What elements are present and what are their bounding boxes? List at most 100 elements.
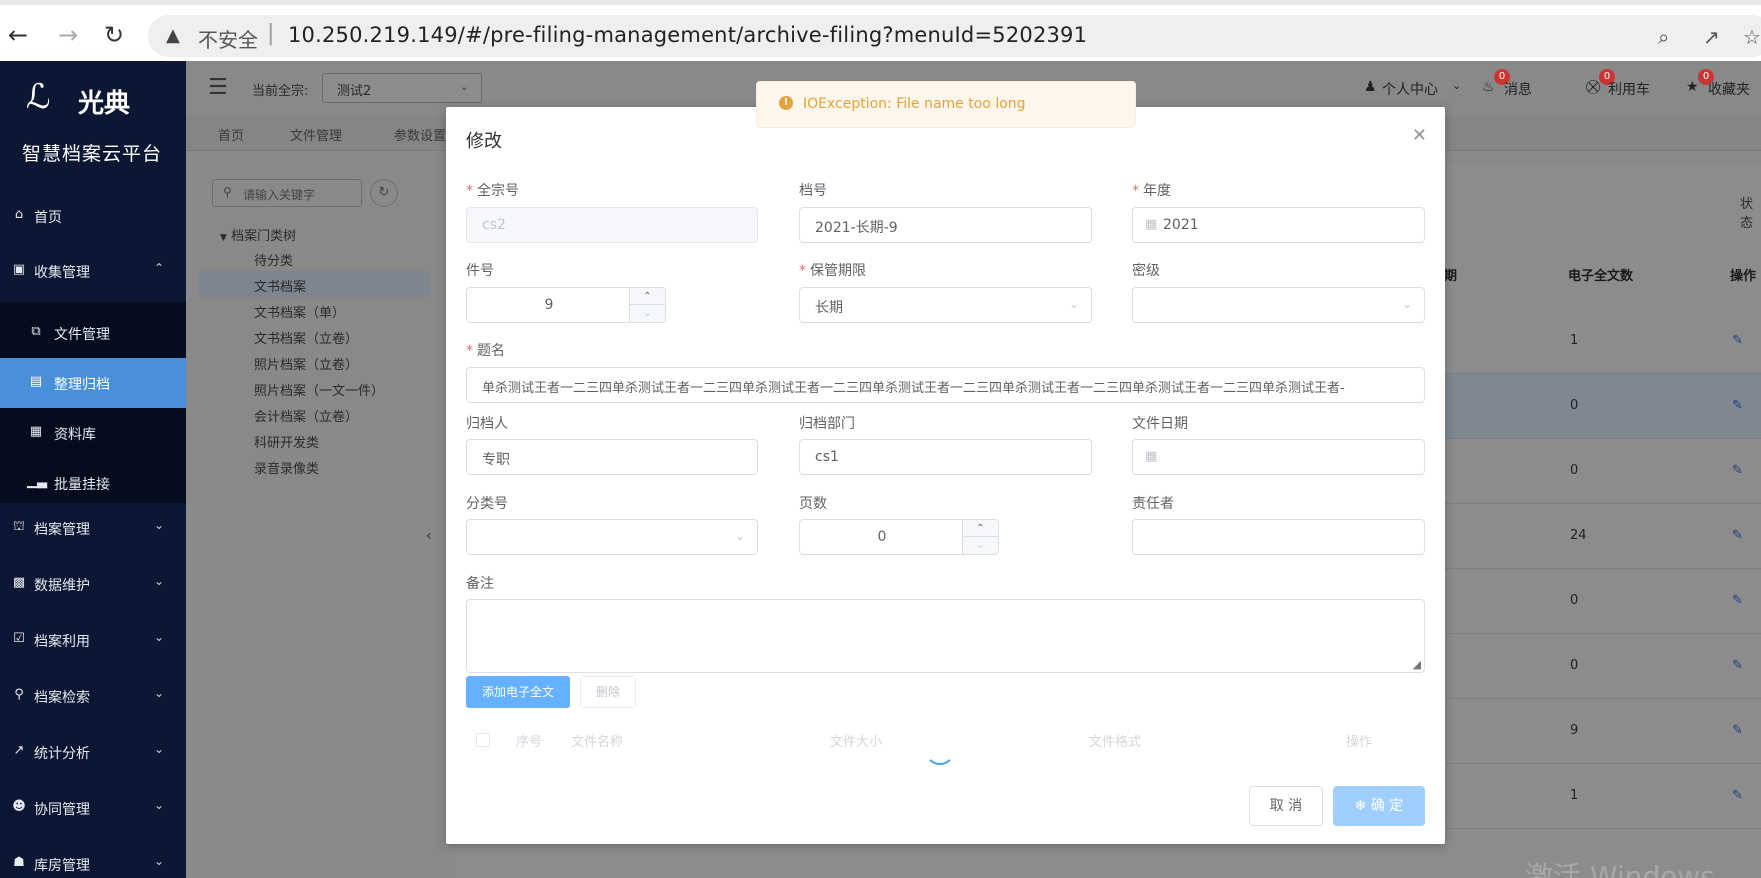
tree-node-selected[interactable]: 文书档案: [198, 271, 430, 297]
tree-root[interactable]: ▼ 档案门类树: [220, 225, 296, 244]
sidebar-item-statistics[interactable]: ↗ 统计分析 ⌄: [0, 727, 186, 777]
collapse-tree-icon[interactable]: ‹: [426, 528, 444, 558]
sidebar-item-repository[interactable]: ▦ 资料库: [0, 408, 186, 458]
sidebar-item-archive-search[interactable]: ⚲ 档案检索 ⌄: [0, 671, 186, 721]
file-table-header-name: 文件名称: [571, 735, 624, 750]
caret-down-icon: ▼: [220, 233, 227, 243]
current-zong-select[interactable]: 测试2 ⌄: [322, 73, 482, 103]
tree-search-input[interactable]: ⚲ 请输入关键字: [212, 179, 362, 207]
calendar-check-icon: ☑: [13, 631, 25, 646]
close-icon[interactable]: ✕: [1412, 125, 1427, 146]
jianhao-label: 件号: [466, 263, 494, 279]
sidebar-item-collection[interactable]: ▣ 收集管理 ⌃: [0, 246, 186, 296]
digital-count-cell: 24: [1570, 528, 1587, 543]
tree-node[interactable]: 科研开发类: [198, 427, 430, 453]
favorites-link[interactable]: 收藏夹: [1708, 79, 1750, 99]
edit-dialog: 修改 ✕ * 全宗号 cs2 档号 2021-长期-9 * 年度 ▦ 2021 件号…: [446, 107, 1445, 844]
fenleihao-select[interactable]: ⌄: [466, 519, 758, 555]
zerenzhe-input[interactable]: [1132, 519, 1425, 555]
edit-icon[interactable]: ✎: [1732, 398, 1743, 413]
select-all-checkbox[interactable]: [476, 733, 490, 747]
tree-node[interactable]: 待分类: [198, 245, 430, 271]
edit-icon[interactable]: ✎: [1732, 723, 1743, 738]
add-digital-file-button[interactable]: 添加电子全文: [466, 676, 570, 708]
messages-link[interactable]: 消息: [1504, 79, 1532, 99]
decrement-icon[interactable]: ⌄: [962, 537, 998, 554]
chevron-down-icon: ⌄: [153, 742, 164, 756]
chevron-down-icon: ⌄: [153, 630, 164, 644]
increment-icon[interactable]: ⌃: [962, 520, 998, 537]
tab-file-management[interactable]: 文件管理: [290, 125, 342, 144]
edit-icon[interactable]: ✎: [1732, 788, 1743, 803]
jianhao-stepper[interactable]: 9 ⌃ ⌄: [466, 287, 666, 323]
quanzong-input[interactable]: cs2: [466, 207, 758, 243]
url-text[interactable]: 10.250.219.149/#/pre-filing-management/a…: [288, 23, 1087, 47]
file-table-header-size: 文件大小: [830, 735, 883, 750]
tab-home[interactable]: 首页: [218, 125, 244, 144]
guidangren-input[interactable]: 专职: [466, 439, 758, 475]
edit-icon[interactable]: ✎: [1732, 528, 1743, 543]
cart-icon[interactable]: ⛒: [1586, 79, 1600, 95]
sidebar-item-home[interactable]: ⌂ 首页: [0, 191, 186, 241]
personal-center-link[interactable]: 个人中心: [1382, 79, 1438, 99]
increment-icon[interactable]: ⌃: [629, 288, 665, 305]
edit-icon[interactable]: ✎: [1732, 333, 1743, 348]
sidebar-item-warehouse[interactable]: ☗ 库房管理 ⌄: [0, 839, 186, 878]
yeshu-stepper[interactable]: 0 ⌃ ⌄: [799, 519, 999, 555]
wenjianriqi-date-input[interactable]: ▦: [1132, 439, 1425, 475]
state-label: 状态: [1740, 197, 1754, 231]
timing-input[interactable]: 单杀测试王者一二三四单杀测试王者一二三四单杀测试王者一二三四单杀测试王者一二三四…: [466, 367, 1425, 403]
miji-select[interactable]: ⌄: [1132, 287, 1425, 323]
cart-link[interactable]: 利用车: [1608, 79, 1650, 99]
back-arrow-icon[interactable]: ←: [4, 21, 32, 49]
column-header-action: 操作: [1730, 269, 1757, 284]
timing-label: * 题名: [466, 343, 505, 359]
address-bar[interactable]: ▲ 不安全 | 10.250.219.149/#/pre-filing-mana…: [148, 15, 1761, 57]
quanzong-label: * 全宗号: [466, 183, 519, 199]
search-icon: ⚲: [223, 185, 232, 199]
share-icon[interactable]: ↗: [1703, 25, 1720, 49]
beizhu-textarea[interactable]: ◢: [466, 599, 1425, 673]
bookmark-star-icon[interactable]: ☆: [1743, 25, 1761, 49]
edit-icon[interactable]: ✎: [1732, 463, 1743, 478]
sidebar-item-file-management[interactable]: ⧉ 文件管理: [0, 308, 186, 358]
cancel-button[interactable]: 取 消: [1249, 786, 1323, 826]
sidebar-item-archive-use[interactable]: ☑ 档案利用 ⌄: [0, 615, 186, 665]
chevron-down-icon: ⌄: [153, 854, 164, 868]
tree-node[interactable]: 会计档案（立卷）: [198, 401, 430, 427]
niandu-date-input[interactable]: ▦ 2021: [1132, 207, 1425, 243]
reload-icon[interactable]: ↻: [100, 21, 128, 49]
digital-count-cell: 1: [1570, 333, 1579, 348]
sidebar-item-archive-filing[interactable]: ▤ 整理归档: [0, 358, 186, 408]
resize-handle-icon[interactable]: ◢: [1413, 658, 1421, 671]
decrement-icon[interactable]: ⌄: [629, 305, 665, 322]
tree-node[interactable]: 文书档案（单）: [198, 297, 430, 323]
chevron-down-icon: ⌄: [459, 80, 469, 93]
bell-icon[interactable]: ♨: [1482, 79, 1495, 95]
danghao-input[interactable]: 2021-长期-9: [799, 207, 1092, 243]
edit-icon[interactable]: ✎: [1732, 593, 1743, 608]
tree-node[interactable]: 照片档案（一文一件）: [198, 375, 430, 401]
star-icon[interactable]: ★: [1686, 79, 1699, 95]
sidebar-item-collaboration[interactable]: ☻ 协同管理 ⌄: [0, 783, 186, 833]
sidebar-item-archive-management[interactable]: ⛫ 档案管理 ⌄: [0, 503, 186, 553]
tree-node[interactable]: 照片档案（立卷）: [198, 349, 430, 375]
confirm-button[interactable]: ❄ 确 定: [1333, 786, 1425, 826]
tree-node[interactable]: 录音录像类: [198, 453, 430, 479]
zoom-icon[interactable]: ⌕: [1658, 25, 1669, 49]
user-icon[interactable]: ♟: [1364, 79, 1377, 95]
sidebar-item-data-maintenance[interactable]: ▩ 数据维护 ⌄: [0, 559, 186, 609]
browser-toolbar: ← → ↻ ▲ 不安全 | 10.250.219.149/#/pre-filin…: [0, 0, 1761, 61]
refresh-button[interactable]: ↻: [370, 179, 398, 207]
chevron-down-icon: ⌄: [153, 518, 164, 532]
sidebar-item-batch-attach[interactable]: ▁▃ 批量挂接: [0, 458, 186, 508]
tab-parameter-settings[interactable]: 参数设置: [394, 125, 446, 144]
guidangbumen-input[interactable]: cs1: [799, 439, 1092, 475]
delete-button[interactable]: 删除: [580, 676, 636, 708]
forward-arrow-icon[interactable]: →: [54, 21, 82, 49]
hamburger-menu-icon[interactable]: ☰: [208, 75, 228, 100]
baoguan-select[interactable]: 长期 ⌄: [799, 287, 1092, 323]
logo-text: 光典: [78, 89, 131, 119]
edit-icon[interactable]: ✎: [1732, 658, 1743, 673]
tree-node[interactable]: 文书档案（立卷）: [198, 323, 430, 349]
